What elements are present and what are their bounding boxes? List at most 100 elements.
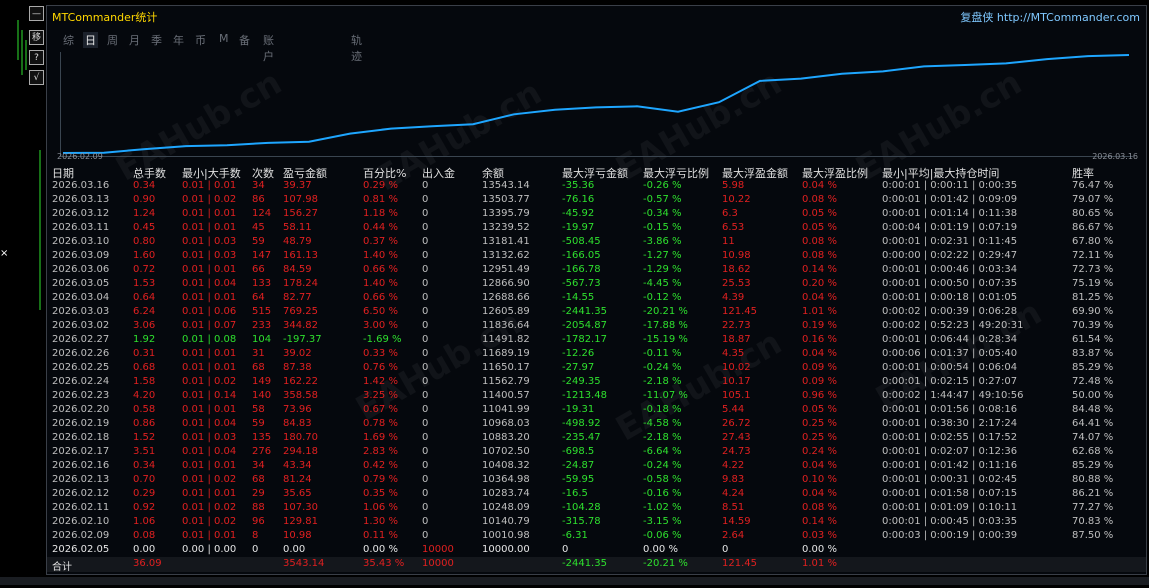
table-row[interactable]: 2026.03.02 3.06 0.01 | 0.07 233 344.82 3.00 %… (47, 320, 1146, 334)
cell-balance: 11562.79 (482, 376, 530, 387)
cell-min-max-lots: 0.01 | 0.01 (182, 264, 237, 275)
table-row[interactable]: 2026.02.10 1.06 0.01 | 0.02 96 129.81 1.30 % 0… (47, 516, 1146, 530)
table-row[interactable]: 2026.02.05 0.00 0.00 | 0.00 0 0.00 0.00 % 1000… (47, 544, 1146, 558)
cell-max-float-profit-pct: 1.01 % (802, 306, 837, 317)
table-row[interactable]: 2026.02.12 0.29 0.01 | 0.01 29 35.65 0.35 % 0 1… (47, 488, 1146, 502)
table-row[interactable]: 2026.02.23 4.20 0.01 | 0.14 140 358.58 3.25 %… (47, 390, 1146, 404)
tab-day[interactable]: 日 (83, 32, 98, 48)
cell-pnl: 107.98 (283, 194, 318, 205)
table-row[interactable]: 2026.03.16 0.34 0.01 | 0.01 34 39.37 0.29 % 0 1… (47, 180, 1146, 194)
cell-win-rate: 79.07 % (1072, 194, 1114, 205)
table-row[interactable]: 2026.03.13 0.90 0.01 | 0.02 86 107.98 0.81 % 0… (47, 194, 1146, 208)
cell-total-lots: 0.34 (133, 180, 156, 191)
table-row[interactable]: 2026.03.11 0.45 0.01 | 0.01 45 58.11 0.44 % 0 1… (47, 222, 1146, 236)
help-button[interactable]: ? (29, 50, 44, 65)
cell-pnl: 129.81 (283, 516, 318, 527)
tab-year[interactable]: 年 (173, 32, 184, 48)
move-button[interactable]: 移 (29, 30, 44, 45)
minimize-button[interactable]: — (29, 6, 44, 21)
cell-max-float-profit: 10.17 (722, 376, 751, 387)
cell-max-float-profit: 6.3 (722, 208, 738, 219)
equity-chart-svg (62, 54, 1130, 154)
tab-summary[interactable]: 综 (63, 32, 74, 48)
cell-win-rate: 74.07 % (1072, 432, 1114, 443)
tab-month[interactable]: 月 (129, 32, 140, 48)
cell-deposit: 0 (422, 502, 429, 513)
cell-date: 2026.02.18 (52, 432, 110, 443)
footer-max-float-profit: 121.45 (722, 558, 757, 569)
table-row[interactable]: 2026.02.13 0.70 0.01 | 0.02 68 81.24 0.79 % 0 1… (47, 474, 1146, 488)
table-row[interactable]: 2026.03.12 1.24 0.01 | 0.01 124 156.27 1.18 %… (47, 208, 1146, 222)
table-row[interactable]: 2026.03.09 1.60 0.01 | 0.03 147 161.13 1.40 %… (47, 250, 1146, 264)
cell-pnl: -197.37 (283, 334, 322, 345)
cell-percent: 0.76 % (363, 362, 398, 373)
cell-balance: 12866.90 (482, 278, 530, 289)
table-row[interactable]: 2026.02.26 0.31 0.01 | 0.01 31 39.02 0.33 % 0 1… (47, 348, 1146, 362)
table-row[interactable]: 2026.03.03 6.24 0.01 | 0.06 515 769.25 6.50 %… (47, 306, 1146, 320)
cell-max-float-loss-pct: -0.26 % (643, 180, 682, 191)
confirm-button[interactable]: √ (29, 70, 44, 85)
table-row[interactable]: 2026.03.05 1.53 0.01 | 0.04 133 178.24 1.40 %… (47, 278, 1146, 292)
table-row[interactable]: 2026.02.27 1.92 0.01 | 0.08 104 -197.37 -1.69… (47, 334, 1146, 348)
table-row[interactable]: 2026.02.24 1.58 0.01 | 0.02 149 162.22 1.42 %… (47, 376, 1146, 390)
table-row[interactable]: 2026.03.10 0.80 0.01 | 0.03 59 48.79 0.37 % 0 1… (47, 236, 1146, 250)
footer-max-float-loss-pct: -20.21 % (643, 558, 688, 569)
cell-max-float-loss-pct: -0.11 % (643, 348, 682, 359)
cell-deposit: 0 (422, 250, 429, 261)
table-row[interactable]: 2026.02.18 1.52 0.01 | 0.03 135 180.70 1.69 %… (47, 432, 1146, 446)
cell-deposit: 0 (422, 264, 429, 275)
cell-pnl: 48.79 (283, 236, 312, 247)
cell-date: 2026.02.23 (52, 390, 110, 401)
cell-date: 2026.02.05 (52, 544, 110, 555)
hdr-hold-time: 最小|平均|最大持仓时间 (882, 167, 1000, 180)
cell-balance: 10702.50 (482, 446, 530, 457)
cell-max-float-loss-pct: -1.27 % (643, 250, 682, 261)
table-row[interactable]: 2026.02.19 0.86 0.01 | 0.04 59 84.83 0.78 % 0 1… (47, 418, 1146, 432)
cell-max-float-profit: 105.1 (722, 390, 751, 401)
close-icon[interactable]: × (0, 248, 8, 259)
tab-symbol[interactable]: 币 (195, 32, 206, 48)
cell-balance: 12688.66 (482, 292, 530, 303)
cell-percent: 1.40 % (363, 250, 398, 261)
brand-url[interactable]: http://MTCommander.com (997, 11, 1140, 24)
table-row[interactable]: 2026.02.16 0.34 0.01 | 0.01 34 43.34 0.42 % 0 1… (47, 460, 1146, 474)
table-row[interactable]: 2026.02.09 0.08 0.01 | 0.01 8 10.98 0.11 % 0 10… (47, 530, 1146, 544)
cell-balance: 11689.19 (482, 348, 530, 359)
cell-max-float-profit-pct: 0.09 % (802, 376, 837, 387)
cell-hold-time: 0:00:01 | 0:38:30 | 2:17:24 (882, 418, 1018, 429)
cell-total-lots: 1.60 (133, 250, 156, 261)
cell-max-float-profit: 11 (722, 236, 735, 247)
tab-week[interactable]: 周 (107, 32, 118, 48)
tab-note[interactable]: 备 (239, 32, 250, 48)
cell-win-rate: 77.27 % (1072, 502, 1114, 513)
cell-count: 8 (252, 530, 259, 541)
cell-deposit: 0 (422, 306, 429, 317)
table-row[interactable]: 2026.02.11 0.92 0.01 | 0.02 88 107.30 1.06 % 0… (47, 502, 1146, 516)
cell-win-rate: 81.25 % (1072, 292, 1114, 303)
table-row[interactable]: 2026.03.04 0.64 0.01 | 0.01 64 82.77 0.66 % 0 1… (47, 292, 1146, 306)
tab-quarter[interactable]: 季 (151, 32, 162, 48)
cell-count: 59 (252, 236, 265, 247)
cell-total-lots: 0.80 (133, 236, 156, 247)
cell-max-float-loss-pct: -0.15 % (643, 222, 682, 233)
cell-balance: 10408.32 (482, 460, 530, 471)
cell-win-rate: 85.29 % (1072, 362, 1114, 373)
cell-percent: 0.67 % (363, 404, 398, 415)
cell-hold-time: 0:00:03 | 0:00:19 | 0:00:39 (882, 530, 1018, 541)
cell-date: 2026.02.13 (52, 474, 110, 485)
tab-m[interactable]: M (219, 32, 229, 45)
cell-min-max-lots: 0.01 | 0.01 (182, 208, 237, 219)
table-row[interactable]: 2026.02.20 0.58 0.01 | 0.01 58 73.96 0.67 % 0 1… (47, 404, 1146, 418)
table-row[interactable]: 2026.02.25 0.68 0.01 | 0.01 68 87.38 0.76 % 0 1… (47, 362, 1146, 376)
table-row[interactable]: 2026.02.17 3.51 0.01 | 0.04 276 294.18 2.83 %… (47, 446, 1146, 460)
equity-line (62, 54, 1130, 154)
cell-max-float-loss: -45.92 (562, 208, 595, 219)
brand-link[interactable]: 复盘侠 http://MTCommander.com (960, 9, 1140, 25)
cell-max-float-profit: 18.62 (722, 264, 751, 275)
cell-percent: 0.66 % (363, 292, 398, 303)
cell-min-max-lots: 0.01 | 0.01 (182, 362, 237, 373)
cell-win-rate: 70.83 % (1072, 516, 1114, 527)
cell-deposit: 0 (422, 516, 429, 527)
table-row[interactable]: 2026.03.06 0.72 0.01 | 0.01 66 84.59 0.66 % 0 1… (47, 264, 1146, 278)
cell-deposit: 0 (422, 348, 429, 359)
